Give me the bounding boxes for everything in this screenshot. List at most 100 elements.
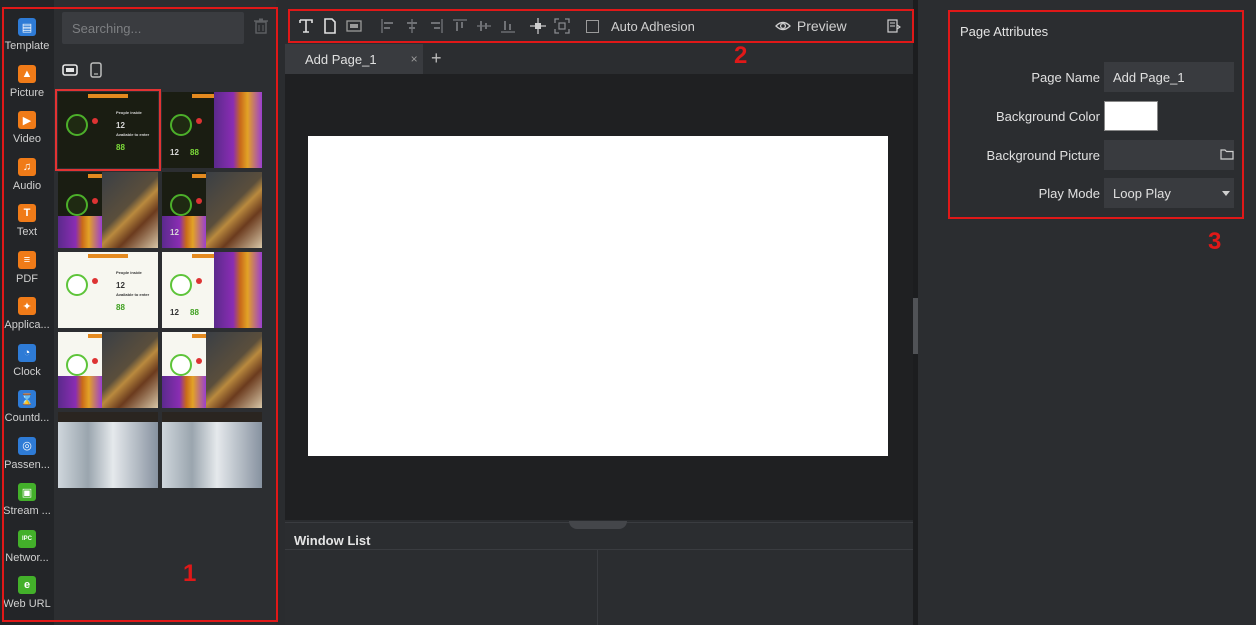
align-center-horizontal-icon[interactable] — [404, 18, 420, 34]
template-text: Available to enter — [116, 292, 150, 297]
template-thumbnail[interactable]: People inside 12 Available to enter 88 — [58, 252, 158, 328]
rail-item-clock[interactable]: ◔ Clock — [0, 338, 54, 386]
rail-item-video[interactable]: ▶ Video — [0, 105, 54, 153]
template-thumbnail[interactable]: 12 88 — [162, 92, 262, 168]
align-right-icon[interactable] — [428, 18, 444, 34]
annotation-number-2: 2 — [734, 42, 748, 69]
page-name-field[interactable]: Add Page_1 — [1104, 62, 1234, 92]
template-text: People inside — [116, 270, 142, 275]
page-name-row: Page Name Add Page_1 — [948, 62, 1238, 94]
rail-item-label: Template — [4, 40, 50, 52]
align-left-icon[interactable] — [380, 18, 396, 34]
rail-item-picture[interactable]: ▲ Picture — [0, 59, 54, 107]
center-in-canvas-icon[interactable] — [530, 18, 546, 34]
rail-item-passenger[interactable]: ◎ Passen... — [0, 431, 54, 479]
network-ipc-icon: IPC — [18, 529, 36, 548]
play-mode-label: Play Mode — [1038, 186, 1100, 201]
template-panel: People inside 12 Available to enter 88 12 88 1… — [54, 0, 276, 625]
template-text: 12 — [170, 148, 179, 157]
template-text: 88 — [116, 143, 125, 152]
rail-item-label: Video — [13, 133, 41, 145]
rail-item-label: Applica... — [4, 319, 50, 331]
template-text: 12 — [116, 121, 125, 130]
collapse-handle[interactable] — [569, 521, 627, 529]
stream-icon: ▣ — [18, 483, 36, 501]
page-tool-icon[interactable] — [322, 18, 338, 34]
background-color-label: Background Color — [995, 109, 1100, 124]
landscape-orientation-icon[interactable] — [62, 62, 78, 78]
rail-item-label: PDF — [16, 272, 38, 285]
text-tool-icon[interactable] — [298, 18, 314, 34]
tab-label: Add Page_1 — [305, 51, 377, 67]
close-icon[interactable]: × — [411, 52, 418, 66]
portrait-orientation-icon[interactable] — [88, 62, 104, 78]
rail-item-label: Picture — [9, 86, 45, 99]
preview-button[interactable]: Preview — [797, 18, 847, 34]
rail-item-pdf[interactable]: ≡ PDF — [0, 245, 54, 293]
search-input[interactable] — [62, 20, 248, 36]
rail-item-application[interactable]: ✦ Applica... — [0, 291, 54, 339]
rail-item-label: Countd... — [4, 412, 50, 424]
editor-toolbar: Auto Adhesion Preview — [290, 10, 912, 42]
rail-item-template[interactable]: ▤ Template — [0, 12, 54, 60]
align-bottom-icon[interactable] — [500, 18, 516, 34]
annotation-number-3: 3 — [1208, 228, 1222, 255]
align-top-icon[interactable] — [452, 18, 468, 34]
rail-item-label: Text — [16, 226, 38, 238]
window-list-panel: Window List — [285, 521, 913, 625]
template-text: 88 — [190, 148, 199, 157]
template-thumbnail[interactable]: 12 88 — [162, 252, 262, 328]
countdown-icon: ⌛ — [18, 390, 36, 408]
background-color-swatch[interactable] — [1104, 101, 1158, 131]
annotation-number-1: 1 — [183, 560, 197, 587]
template-search-box — [62, 12, 248, 44]
add-page-button[interactable]: + — [431, 48, 442, 69]
export-icon[interactable] — [887, 19, 901, 33]
clock-icon: ◔ — [18, 343, 36, 362]
rail-item-label: Stream ... — [3, 505, 51, 517]
rail-item-stream[interactable]: ▣ Stream ... — [0, 477, 54, 525]
column-divider — [597, 550, 598, 625]
web-url-icon: e — [18, 576, 36, 594]
rail-item-audio[interactable]: ♫ Audio — [0, 152, 54, 200]
tab-add-page-1[interactable]: Add Page_1 × — [285, 44, 423, 74]
template-text: People inside — [116, 110, 142, 115]
trash-icon[interactable] — [254, 18, 268, 34]
video-icon: ▶ — [18, 111, 36, 129]
application-icon: ✦ — [18, 297, 36, 315]
background-picture-row: Background Picture — [948, 140, 1238, 172]
auto-adhesion-checkbox[interactable] — [586, 19, 599, 33]
rail-item-text[interactable]: T Text — [0, 198, 54, 246]
align-middle-vertical-icon[interactable] — [476, 18, 492, 34]
template-text: 88 — [190, 308, 199, 317]
background-picture-label: Background Picture — [986, 148, 1100, 163]
background-picture-field[interactable] — [1104, 140, 1234, 170]
rail-item-label: Web URL — [3, 598, 51, 610]
template-text: 88 — [116, 303, 125, 312]
chevron-down-icon[interactable] — [1222, 191, 1230, 196]
divider — [285, 549, 913, 550]
page-name-label: Page Name — [1031, 70, 1100, 85]
page-attributes-title: Page Attributes — [960, 24, 1049, 39]
eye-icon[interactable] — [774, 18, 791, 34]
template-thumbnail[interactable]: 12 — [162, 172, 262, 248]
page-canvas[interactable] — [308, 136, 888, 456]
template-thumbnail[interactable] — [162, 412, 262, 488]
folder-icon[interactable] — [1220, 148, 1234, 160]
template-thumbnail[interactable] — [58, 412, 158, 488]
window-tool-icon[interactable] — [346, 18, 362, 34]
play-mode-select[interactable]: Loop Play — [1104, 178, 1234, 208]
template-thumbnail[interactable] — [162, 332, 262, 408]
template-thumbnail[interactable] — [58, 332, 158, 408]
fit-to-canvas-icon[interactable] — [554, 18, 570, 34]
template-thumbnail[interactable] — [58, 172, 158, 248]
passenger-icon: ◎ — [18, 436, 36, 455]
rail-item-web-url[interactable]: e Web URL — [0, 570, 54, 618]
rail-item-network-ipc[interactable]: IPC Networ... — [0, 524, 54, 572]
rail-item-countdown[interactable]: ⌛ Countd... — [0, 384, 54, 432]
page-tab-bar: Add Page_1 × + — [285, 44, 913, 74]
material-type-rail: ▤ Template ▲ Picture ▶ Video ♫ Audio T Text ≡ PDF ✦ A… — [0, 0, 54, 625]
pdf-icon: ≡ — [18, 250, 36, 269]
template-thumbnail[interactable]: People inside 12 Available to enter 88 — [55, 89, 161, 171]
app-window: ▤ Template ▲ Picture ▶ Video ♫ Audio T Text ≡ PDF ✦ A… — [0, 0, 1256, 625]
